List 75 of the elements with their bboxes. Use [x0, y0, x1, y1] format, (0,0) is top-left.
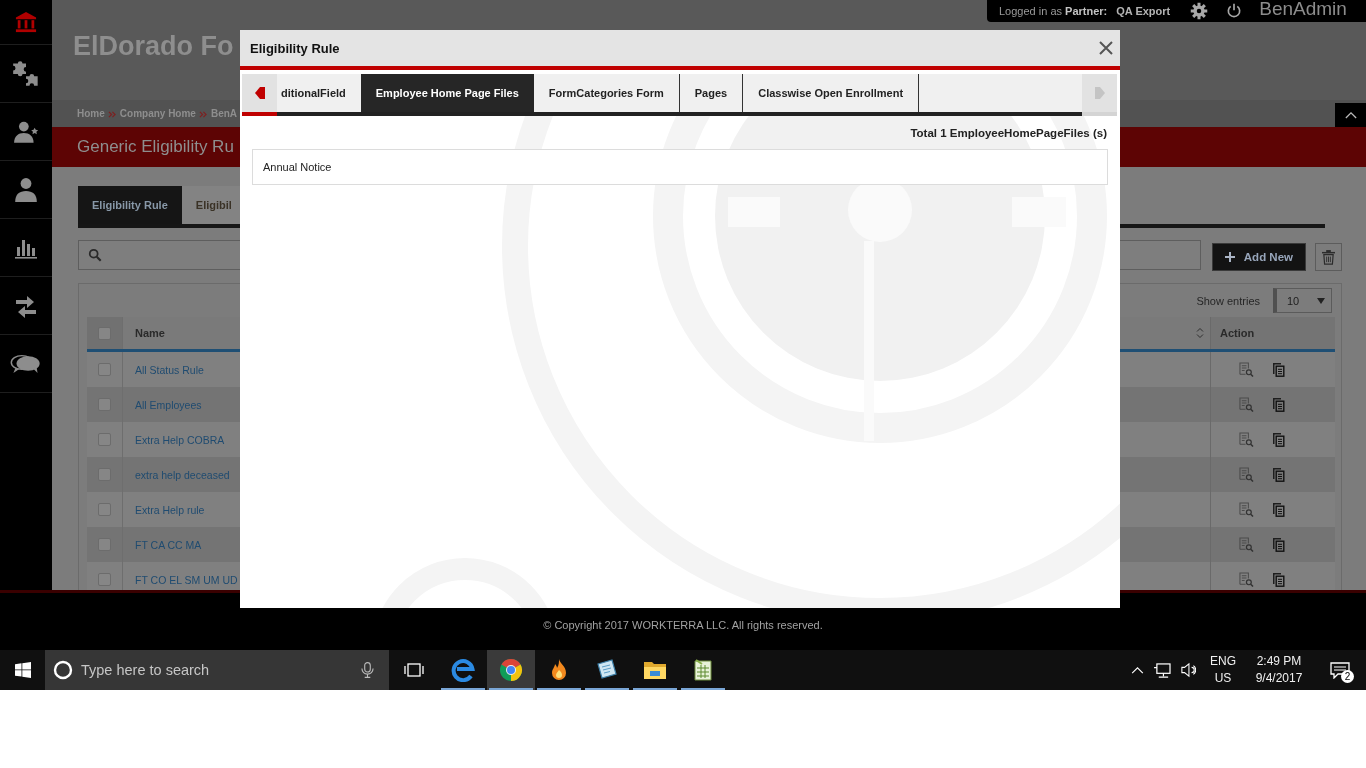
circle-logo-icon	[499, 658, 523, 682]
row-checkbox[interactable]	[98, 503, 111, 516]
view-details-icon[interactable]	[1239, 397, 1254, 412]
dialog-tab[interactable]: Employee Home Page Files	[360, 74, 534, 112]
login-label: Logged in as Partner:	[999, 5, 1108, 17]
clock-button[interactable]: 2:49 PM 9/4/2017	[1250, 653, 1308, 687]
row-checkbox[interactable]	[98, 573, 111, 586]
view-details-icon[interactable]	[1239, 537, 1254, 552]
copy-icon[interactable]	[1273, 397, 1285, 412]
notification-count: 2	[1341, 670, 1354, 683]
row-checkbox[interactable]	[98, 433, 111, 446]
row-checkbox[interactable]	[98, 538, 111, 551]
view-details-icon[interactable]	[1239, 467, 1254, 482]
e-logo-icon	[451, 658, 475, 682]
delete-button[interactable]	[1315, 243, 1342, 271]
double-chevron-icon	[107, 110, 116, 118]
microphone-icon[interactable]	[361, 662, 374, 678]
close-button[interactable]	[1097, 39, 1115, 57]
copy-icon[interactable]	[1273, 432, 1285, 447]
dialog-title: Eligibility Rule	[250, 40, 340, 56]
page-size-select[interactable]: 10	[1273, 288, 1332, 313]
total-count: Total 1 EmployeeHomePageFiles (s)	[909, 126, 1108, 140]
spreadsheet-icon	[691, 658, 715, 682]
dialog-tab[interactable]: Classwise Open Enrollment	[743, 74, 920, 112]
dialog-tab[interactable]: FormCategories Form	[533, 74, 680, 112]
scroll-left-button[interactable]	[242, 74, 277, 116]
task-view-icon	[404, 663, 424, 677]
copy-icon[interactable]	[1273, 362, 1285, 377]
file-list-item[interactable]: Annual Notice	[252, 149, 1108, 185]
caret-up-icon[interactable]	[1131, 666, 1144, 674]
page-tab[interactable]: Eligibility Rule	[78, 186, 182, 224]
search-icon	[88, 248, 102, 262]
trash-icon	[1322, 249, 1335, 265]
partner-name-link[interactable]: QA Export	[1116, 5, 1171, 17]
view-details-icon[interactable]	[1239, 432, 1254, 447]
user-name: BenAdmin	[1259, 0, 1347, 19]
ring-icon	[53, 660, 73, 680]
copy-icon[interactable]	[1273, 467, 1285, 482]
settings-icon[interactable]	[1190, 2, 1209, 20]
plus-icon	[1224, 252, 1235, 262]
column-header: Name	[135, 327, 165, 339]
page-title: Generic Eligibility Ru	[77, 137, 234, 157]
show-entries-label: Show entries	[1196, 294, 1260, 307]
notepad-icon	[595, 658, 619, 682]
notifications-button[interactable]: 2	[1322, 650, 1358, 690]
right-arrow-icon	[1094, 86, 1105, 100]
caret-down-icon	[1317, 297, 1325, 304]
add-new-button[interactable]: Add New	[1211, 243, 1306, 271]
copy-icon[interactable]	[1273, 572, 1285, 587]
copy-icon[interactable]	[1273, 502, 1285, 517]
message-icon	[1330, 661, 1350, 679]
taskbar-app-button[interactable]	[487, 650, 535, 690]
taskbar-search-field[interactable]: Type here to search	[45, 650, 389, 690]
double-chevron-icon	[198, 110, 207, 118]
view-details-icon[interactable]	[1239, 362, 1254, 377]
language-button[interactable]: ENG US	[1206, 653, 1240, 687]
dialog-tab[interactable]: ditionalField	[277, 74, 361, 112]
power-icon[interactable]	[1226, 3, 1243, 19]
close-icon	[1099, 41, 1113, 55]
row-checkbox[interactable]	[98, 363, 111, 376]
copy-icon[interactable]	[1273, 537, 1285, 552]
caret-up-icon	[1344, 111, 1357, 119]
network-icon[interactable]	[1154, 662, 1171, 678]
copyright-text: © Copyright 2017 WORKTERRA LLC. All rights reserved.	[543, 619, 823, 632]
column-header: Action	[1210, 317, 1335, 349]
row-checkbox[interactable]	[98, 326, 111, 340]
left-arrow-icon	[254, 86, 265, 100]
view-details-icon[interactable]	[1239, 502, 1254, 517]
window-panes-icon	[14, 662, 31, 678]
row-checkbox[interactable]	[98, 398, 111, 411]
row-checkbox[interactable]	[98, 468, 111, 481]
dialog-tab[interactable]: Pages	[679, 74, 744, 112]
view-details-icon[interactable]	[1239, 572, 1254, 587]
scroll-top-button[interactable]	[1335, 103, 1366, 127]
speaker-icon[interactable]	[1181, 662, 1196, 678]
